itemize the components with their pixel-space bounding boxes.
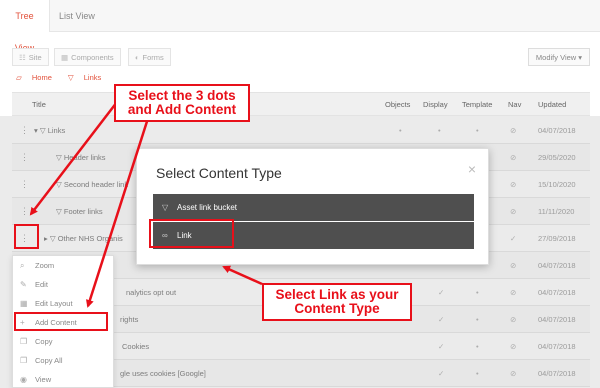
arrow-to-add-content bbox=[86, 111, 152, 308]
callout-select-dots: Select the 3 dots and Add Content bbox=[114, 84, 250, 122]
arrow-to-dots bbox=[29, 101, 118, 216]
annotation-arrows bbox=[29, 101, 263, 308]
callout-select-link: Select Link as your Content Type bbox=[262, 283, 412, 321]
arrow-to-link bbox=[222, 265, 263, 286]
